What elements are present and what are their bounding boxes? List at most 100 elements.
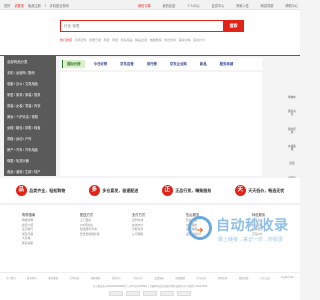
bottom-link[interactable]: 联系客服	[48, 276, 58, 280]
arrow-icon: ➜	[196, 225, 204, 235]
feature-item: 多 多仓直发，极速配送	[88, 185, 139, 196]
top-link-sitemap[interactable]: 网站导航	[261, 3, 274, 8]
hotword-link[interactable]: 精品女装	[135, 38, 147, 42]
hotword-link[interactable]: 手机配件	[75, 38, 87, 42]
toolbar-cart[interactable]: 购物车	[287, 96, 297, 99]
bottom-link[interactable]: 合作招商	[70, 276, 80, 280]
toolbar-footprint[interactable]: 我的足迹	[287, 128, 297, 134]
tab-rankings[interactable]: 排行榜	[143, 60, 161, 68]
category-item[interactable]: 美妆 / 个护清洁 / 宠物	[4, 112, 56, 123]
footer-link[interactable]: 联系客服	[22, 241, 52, 246]
service-features: 品 品类齐全，轻松购物 多 多仓直发，极速配送 正 正品行货，精致服务 天 天天…	[0, 178, 300, 204]
category-item[interactable]: 母婴 / 玩具乐器	[4, 156, 56, 167]
search-button[interactable]: 搜索	[223, 20, 244, 32]
footer-column: 支付方式 货到付款 在线支付 分期付款 公司转账	[132, 212, 162, 236]
tab-international[interactable]: 国际长榜	[62, 60, 85, 68]
tab-daily-picks[interactable]: 今日好物	[90, 60, 112, 68]
bottom-links: 关于我们 联系我们 联系客服 合作招商 商家帮助 营销中心 手机京东 友情链接 …	[6, 276, 294, 280]
bottom-link[interactable]: 隐私政策	[239, 276, 249, 280]
feature-item: 天 天天低价，畅选无忧	[234, 185, 285, 196]
category-item[interactable]: 房产 / 汽车 / 汽车用品	[4, 145, 56, 156]
watermark-overlay: ➜ 自动秒收录 做上链接→来访一次→秒收录	[188, 214, 288, 254]
hotword-link[interactable]: 厨房用品	[121, 38, 133, 42]
hotword-link[interactable]: 零食饮料	[164, 38, 176, 42]
category-item[interactable]: 男鞋 / 运动 / 户外	[4, 134, 56, 145]
certification-badge-icon[interactable]	[126, 291, 140, 296]
bottom-footer: 关于我们 联系我们 联系客服 合作招商 商家帮助 营销中心 手机京东 友情链接 …	[0, 272, 300, 300]
category-item[interactable]: 女鞋 / 箱包 / 钟表 / 珠宝	[4, 123, 56, 134]
hotword-link[interactable]: 运动户外	[193, 38, 205, 42]
bottom-link[interactable]: 营销中心	[112, 276, 122, 280]
category-item[interactable]: 手机 / 运营商 / 数码	[4, 68, 56, 79]
bottom-link[interactable]: English Site	[281, 276, 294, 280]
bottom-link[interactable]: 手机京东	[133, 276, 143, 280]
hotword-link[interactable]: 美妆护肤	[179, 38, 191, 42]
bottom-link[interactable]: 风险监测	[218, 276, 228, 280]
toolbar-feedback[interactable]: 反馈	[287, 162, 297, 165]
certification-badge-icon[interactable]	[109, 291, 123, 296]
category-item[interactable]: 电脑 / 办公 / 文具用品	[4, 79, 56, 90]
watermark-logo-icon: ➜	[188, 216, 212, 240]
category-item[interactable]: 食品 / 酒类 / 生鲜 / 特产	[4, 167, 56, 178]
greeting-text: 您好	[4, 4, 11, 8]
top-bar-right: 我的订单 我的足迹 个人中心 会员中心 商家入驻 网站导航 帮助中心	[138, 3, 298, 8]
hotword-link[interactable]: 电脑数码	[150, 38, 162, 42]
top-link-account[interactable]: 个人中心	[187, 3, 200, 8]
hotword-link[interactable]: 母婴	[112, 38, 118, 42]
mobile-link[interactable]: 手机逛业务网	[50, 3, 69, 8]
top-bar-left: 您好 请登录 免费注册 | 手机逛业务网	[4, 3, 69, 8]
main-nav-bar	[0, 46, 300, 56]
bottom-link[interactable]: 友情链接	[154, 276, 164, 280]
feature-icon: 天	[234, 185, 246, 196]
footer-link[interactable]: 配送费收取标准	[80, 232, 110, 237]
certification-badge-icon[interactable]	[143, 291, 157, 296]
top-link-footprint[interactable]: 我的足迹	[163, 3, 176, 8]
bottom-link[interactable]: 联系我们	[27, 276, 37, 280]
login-link[interactable]: 请登录	[14, 3, 24, 8]
feature-icon: 正	[161, 185, 173, 196]
hot-keywords: 热门搜索 手机配件 家居日用 男装 母婴 厨房用品 精品女装 电脑数码 零食饮料…	[60, 38, 252, 42]
category-item[interactable]: 家居 / 家具 / 家装 / 厨具	[4, 90, 56, 101]
category-item[interactable]: 男装 / 女装 / 童装 / 内衣	[4, 101, 56, 112]
register-link[interactable]: 免费注册	[28, 3, 41, 8]
bottom-link[interactable]: 关于我们	[6, 276, 16, 280]
feature-text: 天天低价，畅选无忧	[248, 187, 285, 193]
certification-badge-icon[interactable]	[177, 291, 191, 296]
tab-self-operated[interactable]: 京东自营	[116, 60, 138, 68]
watermark-subtitle: 做上链接→来访一次→秒收录	[218, 237, 284, 243]
feature-text: 品类齐全，轻松购物	[29, 187, 66, 193]
hotword-link[interactable]: 男装	[104, 38, 110, 42]
bottom-link[interactable]: 商家帮助	[91, 276, 101, 280]
certification-badges	[70, 291, 230, 296]
feature-text: 多仓直发，极速配送	[102, 187, 139, 193]
top-link-membership[interactable]: 会员中心	[212, 3, 225, 8]
tab-content-panel	[60, 72, 262, 176]
hotword-label: 热门搜索	[60, 38, 73, 42]
footer-column: 配送方式 上门自提 211限时达 配送服务查询 配送费收取标准	[80, 212, 110, 236]
feature-icon: 品	[15, 185, 27, 196]
certification-badge-icon[interactable]	[160, 291, 174, 296]
category-sidebar: 全部商品分类 手机 / 运营商 / 数码 电脑 / 办公 / 文具用品 家居 /…	[4, 56, 56, 176]
top-bar: 您好 请登录 免费注册 | 手机逛业务网 我的订单 我的足迹 个人中心 会员中心…	[0, 0, 300, 10]
search-input[interactable]	[60, 20, 223, 32]
toolbar-follow[interactable]: 我的关注	[287, 110, 297, 116]
category-title: 全部商品分类	[7, 60, 28, 64]
feature-item: 品 品类齐全，轻松购物	[15, 185, 66, 196]
tab-new-arrivals[interactable]: 新品	[196, 60, 211, 68]
bottom-link[interactable]: 销售联盟	[175, 276, 185, 280]
bottom-link[interactable]: 京东公益	[260, 276, 270, 280]
watermark-title: 自动秒收录	[216, 217, 289, 233]
toolbar-service[interactable]: 在线客服	[287, 145, 297, 151]
feature-item: 正 正品行货，精致服务	[161, 185, 211, 196]
license-text: 京公网安备 11000002000088号 | 京ICP证070359号 | 互…	[92, 285, 208, 288]
feature-icon: 多	[88, 185, 100, 196]
tab-enterprise[interactable]: 京东企业购	[166, 60, 191, 68]
footer-link[interactable]: 公司转账	[132, 232, 162, 237]
bottom-link[interactable]: 京东社区	[197, 276, 207, 280]
top-link-orders[interactable]: 我的订单	[138, 3, 151, 8]
top-link-merchant[interactable]: 商家入驻	[236, 3, 249, 8]
hotword-link[interactable]: 家居日用	[89, 38, 101, 42]
right-toolbar: 购物车 我的关注 我的足迹 在线客服 反馈 返回顶部	[286, 96, 298, 183]
top-link-help[interactable]: 帮助中心	[285, 3, 298, 8]
tab-services[interactable]: 服务商城	[216, 60, 238, 68]
